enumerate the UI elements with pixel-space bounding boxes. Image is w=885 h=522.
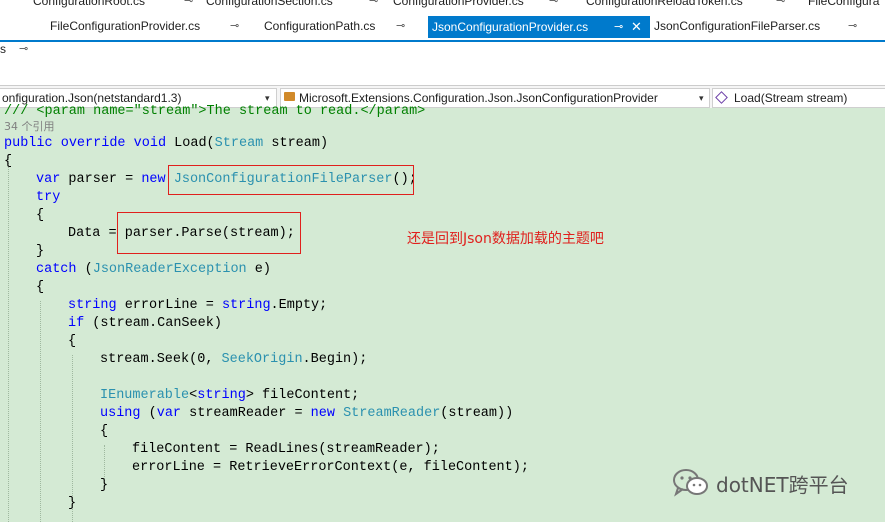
tab-configurationreloadtoken[interactable]: ConfigurationReloadToken.cs <box>586 0 743 8</box>
tab-configurationprovider[interactable]: ConfigurationProvider.cs <box>393 0 524 8</box>
tab-cut[interactable]: s <box>0 42 6 56</box>
code-line: } <box>100 478 109 493</box>
tab-row-2: FileConfigurationProvider.cs ⊸ Configura… <box>0 16 885 38</box>
pin-icon[interactable]: ⊸ <box>369 0 378 7</box>
close-icon[interactable]: ✕ <box>631 16 642 38</box>
pin-icon[interactable]: ⊸ <box>776 0 785 7</box>
annotation-text: 还是回到Json数据加载的主题吧 <box>407 231 604 247</box>
code-line: } <box>36 244 45 259</box>
pin-icon[interactable]: ⊸ <box>549 0 558 7</box>
indent-guide <box>40 301 41 522</box>
code-line: IEnumerable<string> fileContent; <box>100 388 360 403</box>
watermark: dotNET跨平台 <box>672 468 849 498</box>
tab-jsonconfigurationprovider-active[interactable]: JsonConfigurationProvider.cs ⊸ ✕ <box>428 16 650 38</box>
code-line: { <box>100 424 109 439</box>
pin-icon[interactable]: ⊸ <box>184 0 193 7</box>
code-line: string errorLine = string.Empty; <box>68 298 328 313</box>
code-line: { <box>4 154 13 169</box>
pin-icon[interactable]: ⊸ <box>230 19 239 32</box>
chevron-down-icon: ▾ <box>699 93 704 103</box>
tab-configurationpath[interactable]: ConfigurationPath.cs <box>264 19 375 33</box>
pin-icon[interactable]: ⊸ <box>19 42 28 55</box>
code-line: { <box>36 208 45 223</box>
code-line: { <box>36 280 45 295</box>
pin-icon[interactable]: ⊸ <box>614 16 623 38</box>
code-line: } <box>68 496 77 511</box>
code-line: errorLine = RetrieveErrorContext(e, file… <box>132 460 529 475</box>
code-line: fileContent = ReadLines(streamReader); <box>132 442 440 457</box>
class-icon <box>284 92 295 101</box>
wechat-icon <box>673 469 708 497</box>
member-dropdown[interactable]: Load(Stream stream) <box>712 88 885 108</box>
code-line: public override void Load(Stream stream) <box>4 136 329 151</box>
indent-guide <box>8 157 9 522</box>
tab-fileconfigurationprovider[interactable]: FileConfigurationProvider.cs <box>50 19 200 33</box>
code-line: catch (JsonReaderException e) <box>36 262 271 277</box>
tab-configurationsection[interactable]: ConfigurationSection.cs <box>206 0 333 8</box>
code-line: stream.Seek(0, SeekOrigin.Begin); <box>100 352 368 367</box>
tab-accent-line <box>0 40 885 42</box>
code-line: if (stream.CanSeek) <box>68 316 222 331</box>
code-line: { <box>68 334 77 349</box>
method-icon <box>715 91 728 104</box>
highlight-box-parser <box>168 165 414 195</box>
code-line: try <box>36 190 61 205</box>
member-label: Load(Stream stream) <box>734 91 848 105</box>
highlight-box-parse <box>117 212 301 254</box>
code-line: using (var streamReader = new StreamRead… <box>100 406 514 421</box>
pin-icon[interactable]: ⊸ <box>396 19 405 32</box>
tab-row-1: ConfigurationRoot.cs ⊸ ConfigurationSect… <box>0 0 885 12</box>
tab-jsonconfigurationfileparser[interactable]: JsonConfigurationFileParser.cs <box>654 19 820 33</box>
watermark-text: dotNET跨平台 <box>716 472 849 497</box>
code-editor[interactable]: /// <param name="stream">The stream to r… <box>0 104 885 522</box>
tab-configurationroot[interactable]: ConfigurationRoot.cs <box>33 0 145 8</box>
tab-row-3: s ⊸ <box>0 42 885 60</box>
tab-fileconfiguration-cut[interactable]: FileConfigura <box>808 0 879 8</box>
code-line-refs[interactable]: 34 个引用 <box>4 118 55 136</box>
pin-icon[interactable]: ⊸ <box>848 19 857 32</box>
code-line-comment: /// <param name="stream">The stream to r… <box>4 104 426 119</box>
tab-label: JsonConfigurationProvider.cs <box>432 20 589 34</box>
